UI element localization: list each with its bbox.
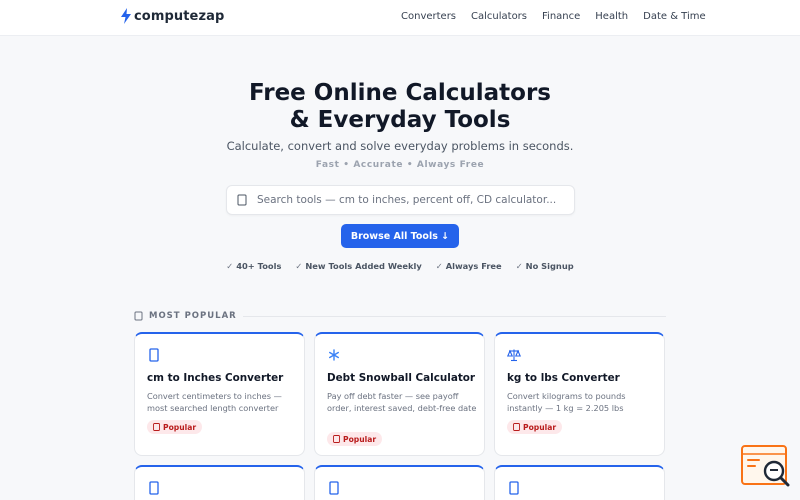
nav-converters[interactable]: Converters xyxy=(401,11,456,22)
check-icon: ✓ xyxy=(295,261,303,271)
popular-label: Popular xyxy=(523,422,557,432)
main-nav: Converters Calculators Finance Health Da… xyxy=(401,11,706,22)
section-divider xyxy=(242,315,666,317)
nav-date-time[interactable]: Date & Time xyxy=(643,11,706,22)
search-input[interactable] xyxy=(257,194,567,206)
card-description: Convert centimeters to inches — most sea… xyxy=(147,391,282,414)
card-title: cm to Inches Converter xyxy=(147,372,284,384)
badge-no-signup: ✓ No Signup xyxy=(516,261,574,271)
badge-label: 40+ Tools xyxy=(236,261,282,271)
hero-subtitle: Calculate, convert and solve everyday pr… xyxy=(226,139,574,153)
feature-badges: ✓ 40+ Tools ✓ New Tools Added Weekly ✓ Alwa… xyxy=(0,261,800,271)
snowflake-icon xyxy=(329,349,340,361)
card-description: Pay off debt faster — see payoff order, … xyxy=(327,391,477,414)
tool-card-cm-to-inches[interactable]: cm to Inches Converter Convert centimete… xyxy=(134,332,305,456)
nav-finance[interactable]: Finance xyxy=(542,11,580,22)
popular-badge: Popular xyxy=(507,420,563,434)
popular-label: Popular xyxy=(163,422,197,432)
most-popular-header: MOST POPULAR xyxy=(134,311,666,321)
card-title: Debt Snowball Calculator xyxy=(327,372,476,384)
tool-icon xyxy=(149,481,159,495)
check-icon: ✓ xyxy=(435,261,443,271)
site-header: computezap Converters Calculators Financ… xyxy=(0,0,800,36)
badge-label: Always Free xyxy=(445,261,502,271)
badge-label: No Signup xyxy=(525,261,574,271)
nav-calculators[interactable]: Calculators xyxy=(471,11,527,22)
fire-icon xyxy=(134,311,143,321)
fire-icon xyxy=(513,423,520,431)
check-icon: ✓ xyxy=(226,261,234,271)
fire-icon xyxy=(333,435,340,443)
search-widget-icon[interactable] xyxy=(741,445,791,487)
hero-title-line2: & Everyday Tools xyxy=(289,107,511,133)
popular-badge: Popular xyxy=(327,432,383,446)
popular-badge: Popular xyxy=(147,420,203,434)
search-box[interactable] xyxy=(226,185,575,215)
nav-health[interactable]: Health xyxy=(595,11,628,22)
badge-label: New Tools Added Weekly xyxy=(305,261,422,271)
badge-weekly: ✓ New Tools Added Weekly xyxy=(295,261,421,271)
badge-free: ✓ Always Free xyxy=(436,261,502,271)
fire-icon xyxy=(153,423,160,431)
hero-tagline: Fast • Accurate • Always Free xyxy=(315,160,485,170)
tool-card-debt-snowball[interactable]: Debt Snowball Calculator Pay off debt fa… xyxy=(314,332,485,456)
logo-text: computezap xyxy=(134,8,225,24)
scale-icon xyxy=(507,349,521,362)
section-label: MOST POPULAR xyxy=(149,311,237,321)
hero-title-line1: Free Online Calculators xyxy=(249,80,551,106)
tool-icon xyxy=(509,481,519,495)
browse-all-tools-button[interactable]: Browse All Tools ↓ xyxy=(341,224,459,248)
tool-card[interactable] xyxy=(134,465,305,500)
card-description: Convert kilograms to pounds instantly — … xyxy=(507,391,626,414)
logo[interactable]: computezap xyxy=(121,8,224,24)
search-icon xyxy=(237,194,247,206)
tool-card[interactable] xyxy=(314,465,485,500)
check-icon: ✓ xyxy=(515,261,523,271)
hero-title: Free Online Calculators & Everyday Tools xyxy=(0,80,800,134)
tool-card-kg-to-lbs[interactable]: kg to lbs Converter Convert kilograms to… xyxy=(494,332,665,456)
tool-icon xyxy=(329,481,339,495)
tool-card[interactable] xyxy=(494,465,665,500)
popular-label: Popular xyxy=(343,434,377,444)
ruler-icon xyxy=(149,348,159,362)
card-title: kg to lbs Converter xyxy=(507,372,620,384)
badge-tools: ✓ 40+ Tools xyxy=(226,261,281,271)
lightning-icon xyxy=(121,8,131,24)
